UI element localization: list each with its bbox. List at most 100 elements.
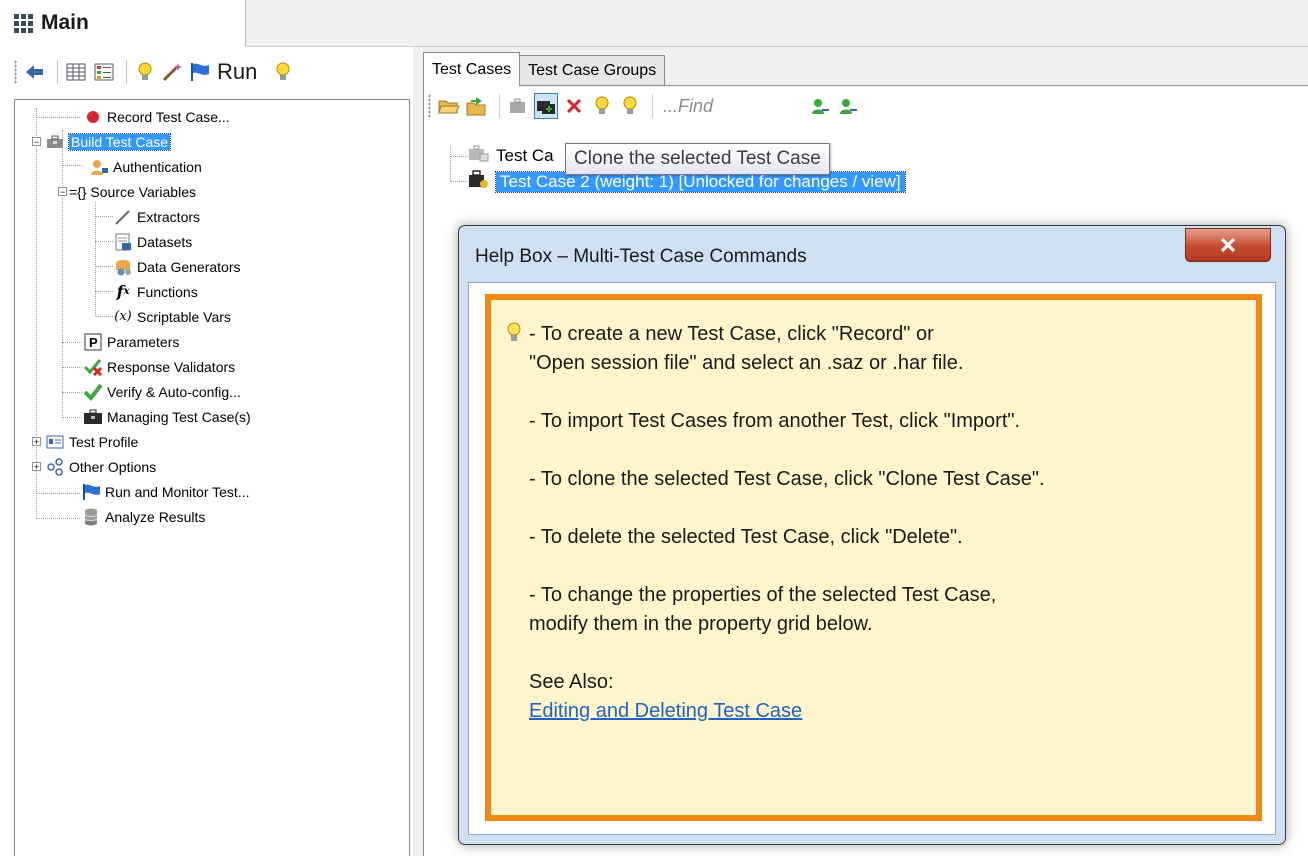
- tree-item-label: Datasets: [137, 233, 193, 250]
- parameters-icon: P: [83, 333, 103, 351]
- help-content-box: - To create a new Test Case, click "Reco…: [485, 294, 1262, 821]
- find-next-button[interactable]: [836, 93, 860, 119]
- lightbulb-icon: [138, 62, 152, 80]
- copy-button[interactable]: [506, 93, 530, 119]
- clone-tooltip: Clone the selected Test Case: [565, 143, 830, 175]
- briefcase-icon: [83, 408, 103, 426]
- tree-item-label: Scriptable Vars: [137, 308, 231, 325]
- view-details-button[interactable]: [92, 59, 116, 85]
- find-user-icon: [840, 99, 857, 114]
- tree-item-label: Analyze Results: [105, 508, 206, 525]
- back-button[interactable]: [23, 59, 47, 85]
- tab-test-case-groups[interactable]: Test Case Groups: [519, 55, 666, 86]
- tree-item-scriptable-vars[interactable]: (x) Scriptable Vars: [113, 305, 231, 328]
- tip-button-2[interactable]: [618, 93, 642, 119]
- clone-icon: [537, 101, 555, 114]
- test-profile-expand[interactable]: +: [32, 437, 41, 447]
- help-line: - To clone the selected Test Case, click…: [529, 468, 1045, 490]
- close-icon: [1220, 237, 1236, 253]
- delete-button[interactable]: [562, 93, 586, 119]
- tree-item-functions[interactable]: fx Functions: [113, 280, 198, 303]
- lightbulb-icon: [595, 96, 609, 114]
- open-folder-icon: [438, 100, 460, 114]
- other-options-expand[interactable]: +: [32, 462, 41, 472]
- tree-item-managing-test-cases[interactable]: Managing Test Case(s): [83, 405, 251, 428]
- tree-item-label: Managing Test Case(s): [107, 408, 251, 425]
- test-case-row[interactable]: Test Ca: [468, 144, 554, 167]
- left-toolbar: Run: [0, 47, 410, 97]
- build-test-case-collapse[interactable]: −: [32, 137, 41, 147]
- toolbar-grip[interactable]: [428, 94, 431, 118]
- toolbar-grip[interactable]: [14, 60, 17, 84]
- tree-item-label: Data Generators: [137, 258, 241, 275]
- flag-icon: [81, 483, 101, 501]
- tree-item-source-variables[interactable]: ={} Source Variables: [69, 180, 196, 203]
- help-line: "Open session file" and select an .saz o…: [529, 352, 964, 374]
- tree-item-label: Response Validators: [107, 358, 236, 375]
- help-line: - To change the properties of the select…: [529, 584, 997, 606]
- test-case-toolbar: ...Find: [424, 86, 1308, 126]
- tree-item-response-validators[interactable]: Response Validators: [83, 355, 235, 378]
- details-view-icon: [94, 63, 114, 81]
- magic-wand-icon: [162, 63, 182, 82]
- find-input[interactable]: ...Find: [663, 96, 808, 117]
- run-tip-button[interactable]: [271, 59, 295, 85]
- test-case-tabs: Test Cases Test Case Groups: [423, 52, 666, 86]
- dataset-icon: [113, 233, 133, 251]
- tree-item-record[interactable]: Record Test Case...: [83, 105, 230, 128]
- help-line: - To import Test Cases from another Test…: [529, 410, 1021, 432]
- checkmark-icon: [83, 383, 103, 401]
- tips-button[interactable]: [133, 59, 157, 85]
- import-button[interactable]: [465, 93, 489, 119]
- grid-icon: [14, 13, 33, 33]
- tree-item-other-options[interactable]: Other Options: [45, 455, 156, 478]
- navigation-tree: − − + + Record Test Case... Build Test C…: [14, 99, 410, 856]
- source-variables-collapse[interactable]: −: [58, 187, 67, 197]
- tree-item-test-profile[interactable]: Test Profile: [45, 430, 138, 453]
- tree-item-label: Build Test Case: [67, 132, 172, 151]
- tab-strip: [246, 0, 1308, 47]
- tree-item-run-and-monitor[interactable]: Run and Monitor Test...: [81, 480, 249, 503]
- help-line: - To delete the selected Test Case, clic…: [529, 526, 963, 548]
- tree-item-authentication[interactable]: Authentication: [89, 155, 202, 178]
- user-key-icon: [89, 158, 109, 176]
- help-dialog-body: - To create a new Test Case, click "Reco…: [468, 282, 1276, 835]
- tree-item-analyze-results[interactable]: Analyze Results: [81, 505, 205, 528]
- tree-item-label: Record Test Case...: [107, 108, 230, 125]
- find-previous-button[interactable]: [808, 93, 832, 119]
- tree-item-extractors[interactable]: Extractors: [113, 205, 200, 228]
- variable-icon: (x): [114, 309, 132, 324]
- tip-button-1[interactable]: [590, 93, 614, 119]
- profile-card-icon: [45, 433, 65, 451]
- clone-test-case-button[interactable]: [534, 93, 558, 119]
- tree-item-verify[interactable]: Verify & Auto-config...: [83, 380, 241, 403]
- unlocked-briefcase-icon: [468, 169, 490, 194]
- data-generator-icon: [113, 258, 133, 276]
- tree-item-label: Parameters: [107, 333, 180, 350]
- run-flag-button[interactable]: Run: [189, 59, 257, 85]
- editing-deleting-test-case-link[interactable]: Editing and Deleting Test Case: [529, 700, 802, 722]
- run-label: Run: [217, 59, 258, 84]
- validator-icon: [83, 358, 103, 376]
- help-dialog: Help Box – Multi-Test Case Commands - To…: [458, 225, 1286, 845]
- locked-briefcase-icon: [468, 144, 490, 167]
- delete-x-icon: [566, 98, 582, 114]
- view-list-button[interactable]: [64, 59, 88, 85]
- main-tab[interactable]: Main: [0, 0, 246, 46]
- briefcase-copy-icon: [510, 98, 525, 113]
- tree-item-data-generators[interactable]: Data Generators: [113, 255, 241, 278]
- pen-icon: [113, 208, 133, 226]
- tree-item-build-test-case[interactable]: Build Test Case: [45, 130, 172, 153]
- import-folder-icon: [466, 97, 486, 116]
- tree-item-label: Other Options: [69, 458, 157, 475]
- tree-item-parameters[interactable]: P Parameters: [83, 330, 179, 353]
- close-button[interactable]: [1185, 228, 1271, 262]
- open-session-button[interactable]: [437, 93, 461, 119]
- main-tab-title: Main: [41, 11, 89, 34]
- lightbulb-icon: [507, 322, 521, 353]
- tab-test-cases[interactable]: Test Cases: [423, 52, 521, 86]
- tree-item-datasets[interactable]: Datasets: [113, 230, 192, 253]
- wizard-button[interactable]: [161, 59, 185, 85]
- lightbulb-icon: [276, 62, 290, 80]
- see-also-label: See Also:: [529, 671, 614, 693]
